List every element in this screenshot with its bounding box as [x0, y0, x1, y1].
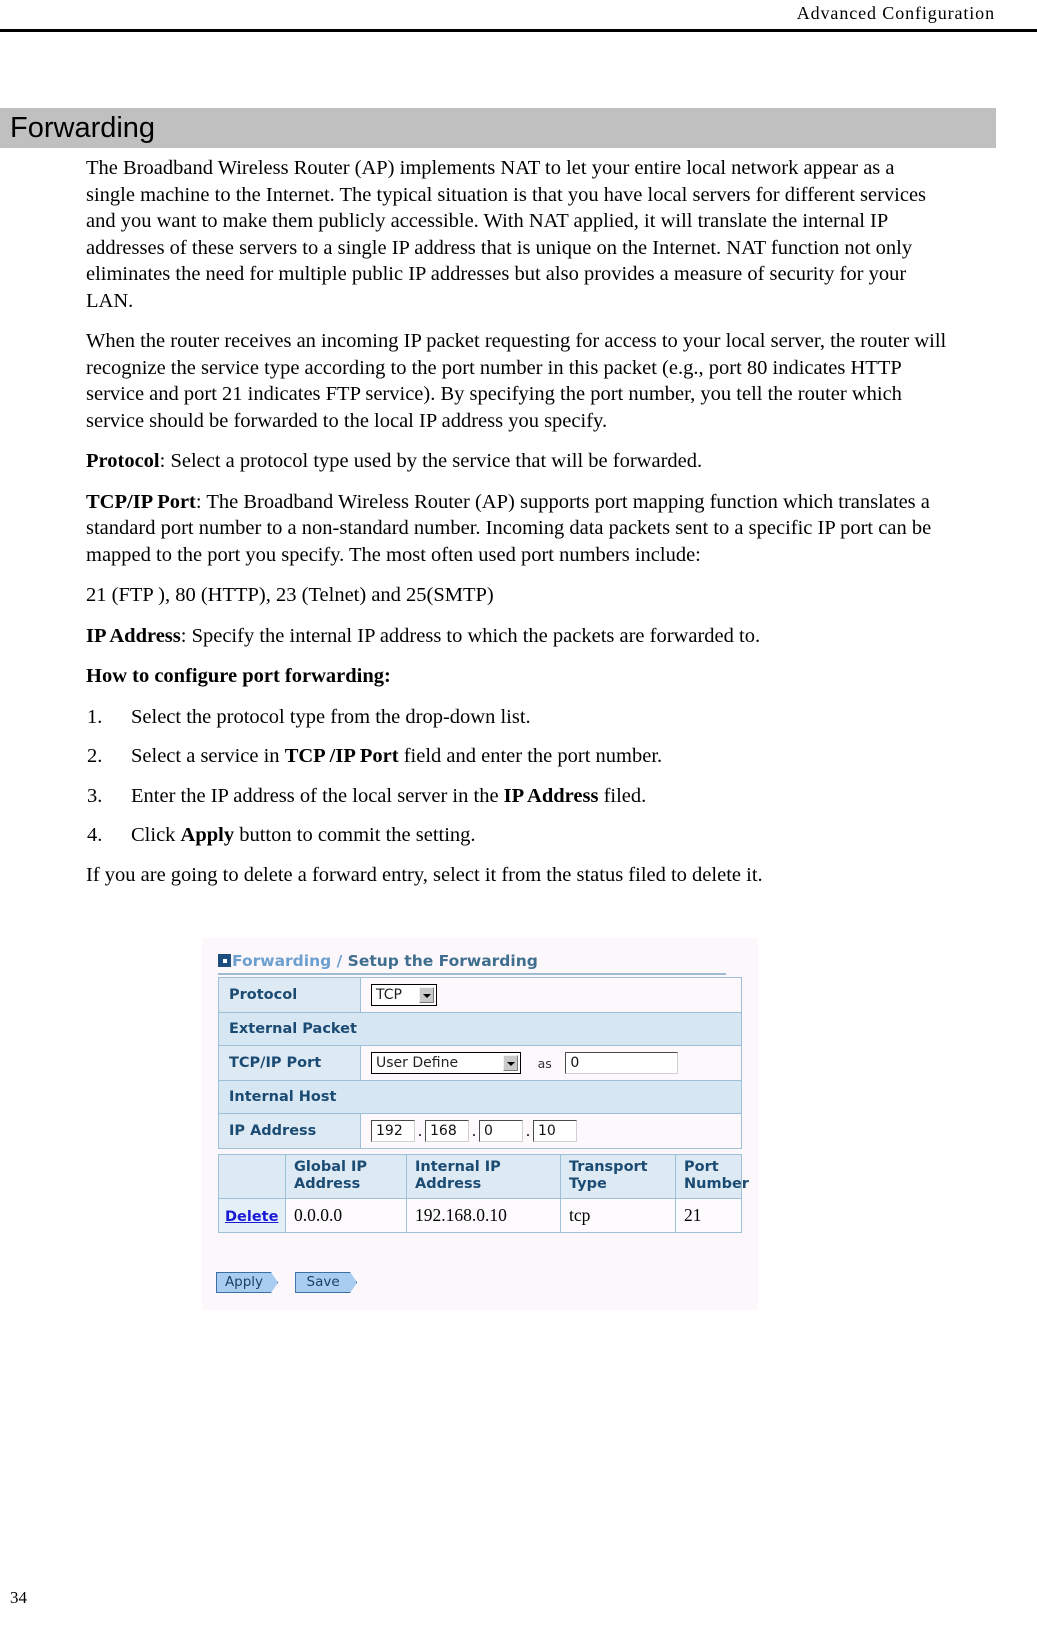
step-text-tail: filed.: [598, 784, 647, 807]
column-header-action: [218, 1154, 286, 1199]
as-label: as: [537, 1055, 552, 1071]
paragraph-incoming-packet: When the router receives an incoming IP …: [86, 330, 947, 432]
cell-transport-type: tcp: [560, 1198, 676, 1233]
cell-internal-ip: 192.168.0.10: [406, 1198, 561, 1233]
form-section-external-packet: External Packet: [218, 1012, 742, 1046]
step-text-tail: button to commit the setting.: [234, 824, 476, 846]
step-emphasis: IP Address: [503, 784, 599, 807]
ip-octet-4-input[interactable]: 10: [533, 1120, 577, 1142]
common-ports-line: 21 (FTP ), 80 (HTTP), 23 (Telnet) and 25…: [86, 584, 494, 606]
apply-button[interactable]: Apply: [216, 1272, 278, 1293]
step-number: 1.: [87, 705, 103, 728]
step-number: 3.: [87, 784, 103, 807]
definition-tcpip-port: TCP/IP Port: The Broadband Wireless Rout…: [86, 489, 948, 569]
tcpip-port-select[interactable]: User Define: [371, 1052, 521, 1074]
term-protocol: Protocol: [86, 450, 160, 472]
running-header-text: Advanced Configuration: [796, 3, 995, 23]
list-item: 4. Click Apply button to commit the setti…: [86, 822, 948, 849]
closing-note: If you are going to delete a forward ent…: [86, 863, 763, 886]
paragraph-intro: The Broadband Wireless Router (AP) imple…: [86, 157, 927, 312]
column-header-internal-ip: Internal IP Address: [406, 1154, 561, 1199]
header-rule: [0, 29, 1037, 32]
protocol-select-value: TCP: [376, 987, 402, 1003]
tcpip-port-select-value: User Define: [376, 1055, 459, 1071]
howto-heading: How to configure port forwarding:: [86, 663, 948, 690]
step-text: Click: [131, 824, 181, 846]
form-section-internal-host: Internal Host: [218, 1080, 742, 1114]
window-tile-icon: [218, 954, 231, 967]
forwarding-setup-form: Protocol TCP External Packet TCP/IP Port…: [218, 977, 742, 1149]
breadcrumb-current: Setup the Forwarding: [347, 952, 538, 970]
ip-separator-dot: .: [525, 1122, 531, 1140]
list-item: 2. Select a service in TCP /IP Port field…: [86, 743, 948, 770]
definition-protocol: Protocol: Select a protocol type used by…: [86, 448, 948, 475]
step-text: Enter the IP address of the local server…: [131, 784, 504, 807]
tcpip-port-field-cell: User Define as 0: [360, 1045, 742, 1081]
list-item: 3. Enter the IP address of the local serv…: [86, 783, 948, 810]
step-emphasis: Apply: [180, 824, 235, 846]
body-content: The Broadband Wireless Router (AP) imple…: [86, 155, 948, 902]
protocol-field-cell: TCP: [360, 977, 742, 1013]
protocol-label: Protocol: [218, 977, 361, 1013]
save-button[interactable]: Save: [295, 1272, 357, 1293]
delete-link[interactable]: Delete: [225, 1209, 278, 1225]
ip-address-label: IP Address: [218, 1113, 361, 1149]
table-header-row: Global IP Address Internal IP Address Tr…: [218, 1154, 749, 1199]
definition-ip-address: IP Address: Specify the internal IP addr…: [86, 623, 948, 650]
form-row-tcpip-port: TCP/IP Port User Define as 0: [218, 1045, 742, 1081]
ip-octet-2-input[interactable]: 168: [425, 1120, 469, 1142]
ui-breadcrumb: Forwarding / Setup the Forwarding: [218, 950, 538, 974]
term-tcpip-port: TCP/IP Port: [86, 490, 196, 513]
term-ip-address: IP Address: [86, 624, 181, 647]
list-item: 1. Select the protocol type from the drop…: [86, 704, 948, 731]
definition-protocol-text: : Select a protocol type used by the ser…: [159, 450, 703, 472]
howto-steps-list: 1. Select the protocol type from the drop…: [86, 704, 948, 849]
step-emphasis: TCP /IP Port: [284, 745, 399, 767]
column-header-transport-type: Transport Type: [560, 1154, 676, 1199]
step-text-tail: field and enter the port number.: [398, 745, 663, 767]
tcpip-port-label: TCP/IP Port: [218, 1045, 361, 1081]
section-heading-band: Forwarding: [0, 108, 996, 148]
cell-port-number: 21: [675, 1198, 742, 1233]
router-ui-screenshot: Forwarding / Setup the Forwarding Protoc…: [202, 938, 758, 1310]
table-row: Delete 0.0.0.0 192.168.0.10 tcp 21: [218, 1198, 742, 1233]
page-number: 34: [10, 1588, 27, 1607]
protocol-select[interactable]: TCP: [371, 984, 437, 1006]
howto-heading-text: How to configure port forwarding:: [86, 665, 391, 687]
breadcrumb-underline: [218, 973, 726, 975]
port-number-input[interactable]: 0: [565, 1052, 679, 1074]
ip-octet-3-input[interactable]: 0: [479, 1120, 523, 1142]
column-header-port-number: Port Number: [675, 1154, 749, 1199]
chevron-down-icon[interactable]: [419, 987, 434, 1003]
delete-cell: Delete: [218, 1198, 286, 1233]
ip-octet-1-input[interactable]: 192: [371, 1120, 415, 1142]
ip-address-field-cell: 192. 168. 0. 10: [360, 1113, 742, 1149]
forwarding-entries-table: Global IP Address Internal IP Address Tr…: [218, 1154, 749, 1233]
definition-tcpip-port-text: : The Broadband Wireless Router (AP) sup…: [86, 490, 932, 566]
page-title: Forwarding: [10, 112, 156, 144]
definition-ip-address-text: : Specify the internal IP address to whi…: [180, 624, 761, 647]
step-number: 4.: [87, 824, 103, 846]
step-text: Select a service in: [131, 745, 285, 767]
form-actions: Apply Save: [216, 1271, 369, 1293]
chevron-down-icon[interactable]: [503, 1055, 518, 1071]
external-packet-label: External Packet: [218, 1012, 742, 1046]
internal-host-label: Internal Host: [218, 1080, 742, 1114]
step-text: Select the protocol type from the drop-d…: [131, 705, 531, 728]
form-row-ip-address: IP Address 192. 168. 0. 10: [218, 1113, 742, 1149]
breadcrumb-parent: Forwarding /: [232, 952, 348, 970]
form-row-protocol: Protocol TCP: [218, 977, 742, 1013]
document-page: Advanced Configuration Forwarding The Br…: [0, 0, 1037, 1630]
step-number: 2.: [87, 745, 103, 767]
cell-global-ip: 0.0.0.0: [285, 1198, 407, 1233]
ip-separator-dot: .: [471, 1122, 477, 1140]
column-header-global-ip: Global IP Address: [285, 1154, 407, 1199]
ip-separator-dot: .: [417, 1122, 423, 1140]
